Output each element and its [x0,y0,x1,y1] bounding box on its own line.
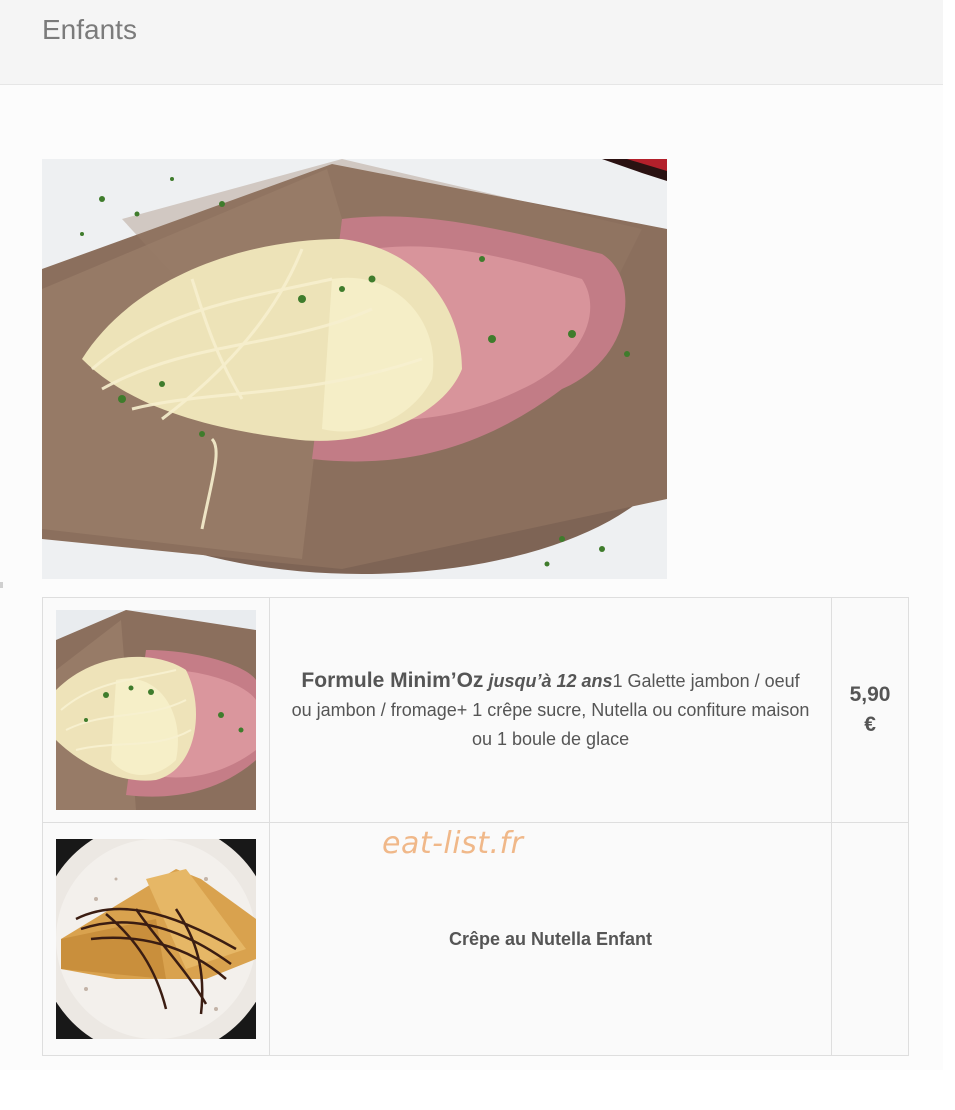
menu-row: Formule Minim’Oz jusqu’à 12 ans1 Galette… [42,597,909,823]
crepe-thumbnail [56,839,256,1039]
menu-item-image-cell [42,822,270,1056]
watermark-text: eat-list.fr [382,826,524,861]
menu-item-name: Formule Minim’Oz [301,669,484,692]
section-title: Enfants [42,14,137,45]
hero-galette-image [42,159,667,579]
edge-marker [0,582,3,588]
price-currency: € [864,713,876,736]
menu-item-price: 5,90 € [832,680,908,740]
price-amount: 5,90 [849,683,891,706]
menu-item-name: Crêpe au Nutella Enfant [449,928,653,949]
section-header: Enfants [0,0,943,85]
menu-item-description-cell: Formule Minim’Oz jusqu’à 12 ans1 Galette… [268,597,833,823]
menu-item-image-cell [42,597,270,823]
menu-item-age-note: jusqu’à 12 ans [488,671,613,691]
menu-item-price-cell [831,822,909,1056]
menu-item-description-cell: Crêpe au Nutella Enfant [268,822,833,1056]
galette-thumbnail [56,610,256,810]
menu-item-price-cell: 5,90 € [831,597,909,823]
menu-item-description: Formule Minim’Oz jusqu’à 12 ans1 Galette… [270,666,831,754]
